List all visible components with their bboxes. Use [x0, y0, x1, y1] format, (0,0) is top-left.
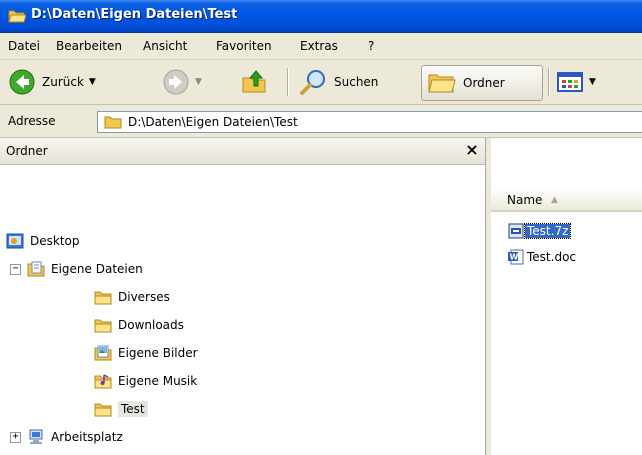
tree-item-label: Desktop	[30, 234, 80, 248]
tree-item-label: Eigene Dateien	[51, 262, 143, 276]
menu-datei[interactable]: Datei	[8, 39, 40, 53]
menu-favoriten[interactable]: Favoriten	[216, 39, 272, 53]
search-button[interactable]: Suchen	[298, 65, 378, 99]
word-document-icon: W	[508, 249, 524, 265]
folder-icon	[94, 403, 112, 417]
file-pane-top	[491, 138, 642, 186]
folders-label: Ordner	[463, 76, 505, 90]
menu-ansicht[interactable]: Ansicht	[143, 39, 187, 53]
views-icon	[557, 72, 583, 92]
address-label: Adresse	[8, 114, 56, 128]
forward-arrow-icon	[163, 69, 189, 95]
sort-ascending-icon: ▲	[551, 195, 558, 205]
folder-pane-header: Ordner ×	[0, 138, 485, 165]
views-button[interactable]: ▼	[556, 65, 596, 99]
forward-button[interactable]: ▼	[162, 65, 202, 99]
tree-item-arbeitsplatz[interactable]: Arbeitsplatz	[27, 426, 123, 448]
folders-icon	[428, 74, 456, 93]
tree-item-label: Diverses	[118, 290, 170, 304]
forward-dropdown-icon[interactable]: ▼	[195, 77, 202, 87]
column-name-label: Name	[507, 193, 543, 207]
folder-icon	[94, 319, 112, 333]
svg-text:W: W	[510, 253, 519, 262]
back-dropdown-icon[interactable]: ▼	[89, 77, 96, 87]
folders-button[interactable]: Ordner	[421, 65, 543, 101]
tree-item-downloads[interactable]: Downloads	[94, 314, 184, 336]
search-icon	[300, 70, 325, 95]
tree-item-diverses[interactable]: Diverses	[94, 286, 170, 308]
my-music-icon	[94, 374, 112, 389]
collapse-expander[interactable]: −	[10, 264, 21, 275]
tree-item-label: Downloads	[118, 318, 184, 332]
menu-help[interactable]: ?	[368, 39, 374, 53]
menu-extras[interactable]: Extras	[300, 39, 338, 53]
menu-bar: Datei Bearbeiten Ansicht Favoriten Extra…	[0, 33, 642, 60]
expand-expander[interactable]: +	[10, 432, 21, 443]
folder-icon	[104, 116, 122, 129]
close-icon[interactable]: ×	[463, 141, 481, 159]
address-bar: Adresse D:\Daten\Eigen Dateien\Test	[0, 105, 642, 138]
menu-bearbeiten[interactable]: Bearbeiten	[56, 39, 122, 53]
tree-item-eigene-musik[interactable]: Eigene Musik	[94, 370, 197, 392]
tree-item-test[interactable]: Test	[94, 398, 148, 420]
folder-open-icon	[8, 10, 26, 23]
file-name: Test.doc	[527, 250, 577, 264]
views-dropdown-icon[interactable]: ▼	[589, 77, 596, 87]
up-button[interactable]	[240, 65, 268, 99]
address-input[interactable]: D:\Daten\Eigen Dateien\Test	[97, 111, 642, 133]
search-label: Suchen	[334, 75, 379, 89]
folder-pane-title: Ordner	[6, 144, 48, 158]
my-pictures-icon	[94, 345, 112, 361]
column-header-name[interactable]: Name ▲	[491, 190, 642, 212]
toolbar: Zurück ▼ ▼ Suchen Ordner ▼	[0, 60, 642, 105]
back-label: Zurück	[42, 75, 84, 89]
back-button[interactable]: Zurück ▼	[8, 65, 96, 99]
file-item-test-7z[interactable]: Test.7z	[508, 222, 572, 240]
folder-up-icon	[242, 70, 266, 93]
tree-item-eigene-bilder[interactable]: Eigene Bilder	[94, 342, 198, 364]
address-path: D:\Daten\Eigen Dateien\Test	[128, 115, 298, 129]
archive-icon	[508, 223, 524, 239]
folder-icon	[94, 291, 112, 305]
tree-item-eigene-dateien[interactable]: Eigene Dateien	[27, 258, 143, 280]
tree-item-desktop[interactable]: Desktop	[6, 230, 80, 252]
my-computer-icon	[29, 429, 43, 444]
tree-item-label: Arbeitsplatz	[51, 430, 123, 444]
file-name: Test.7z	[523, 223, 572, 239]
tree-item-label: Test	[118, 401, 148, 417]
tree-item-label: Eigene Bilder	[118, 346, 198, 360]
file-item-test-doc[interactable]: W Test.doc	[508, 248, 578, 266]
tree-item-label: Eigene Musik	[118, 374, 198, 388]
my-documents-icon	[27, 261, 45, 277]
folder-pane: Ordner × Desktop − Eigene Dateien Divers…	[0, 138, 486, 455]
title-bar[interactable]: D:\Daten\Eigen Dateien\Test	[0, 0, 642, 33]
window-title: D:\Daten\Eigen Dateien\Test	[31, 7, 238, 22]
back-arrow-icon	[9, 69, 35, 95]
desktop-icon	[6, 233, 24, 249]
